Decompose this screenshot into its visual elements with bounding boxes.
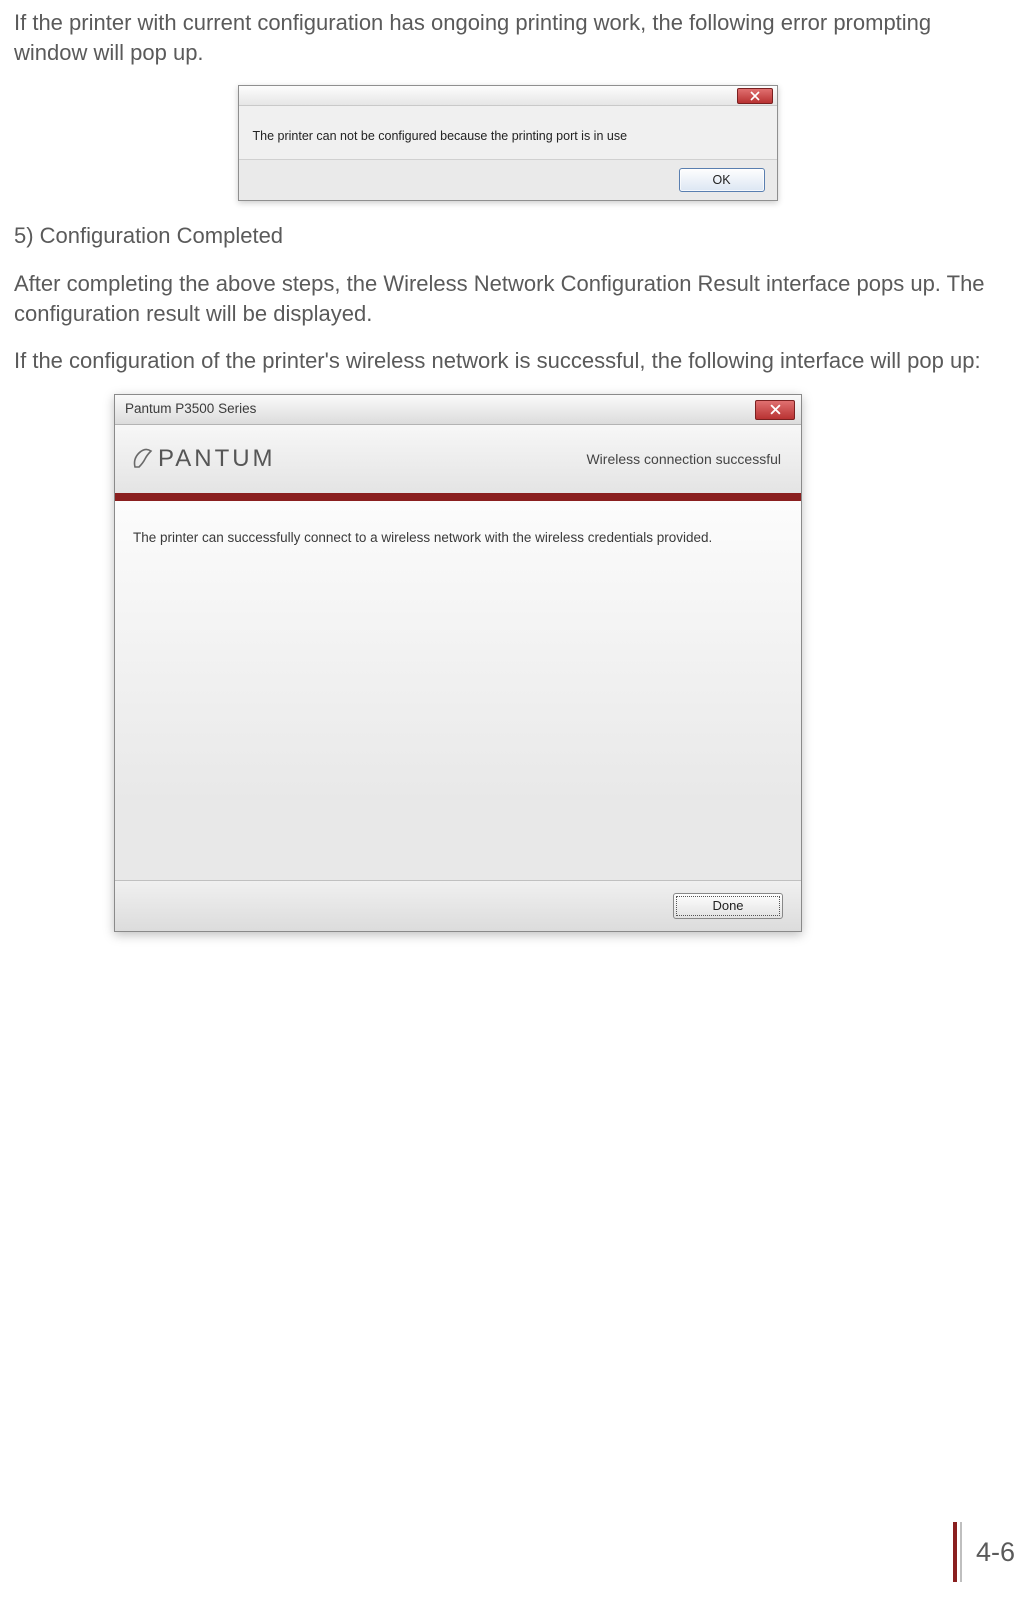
success-dialog-header: PANTUM Wireless connection successful (115, 425, 801, 495)
pantum-logo: PANTUM (129, 443, 276, 475)
error-dialog-message: The printer can not be configured becaus… (239, 106, 777, 159)
close-icon[interactable] (755, 400, 795, 420)
close-icon[interactable] (737, 88, 773, 104)
after-paragraph-2: If the configuration of the printer's wi… (14, 346, 1001, 376)
error-dialog-footer: OK (239, 159, 777, 200)
success-dialog-figure: Pantum P3500 Series PANTUM Wireless conn… (14, 394, 1001, 932)
error-dialog-figure: The printer can not be configured becaus… (14, 85, 1001, 201)
error-dialog-window: The printer can not be configured becaus… (238, 85, 778, 201)
done-button[interactable]: Done (673, 893, 783, 919)
success-dialog-title: Pantum P3500 Series (125, 400, 256, 418)
page-number-area: 4-6 (953, 1522, 1015, 1582)
success-dialog-footer: Done (115, 881, 801, 931)
error-dialog-titlebar (239, 86, 777, 106)
success-dialog-titlebar: Pantum P3500 Series (115, 395, 801, 425)
success-dialog-body: The printer can successfully connect to … (115, 501, 801, 881)
after-paragraph-1: After completing the above steps, the Wi… (14, 269, 1001, 328)
header-status-text: Wireless connection successful (586, 450, 781, 469)
page-number-bar-gray (960, 1522, 962, 1582)
logo-text: PANTUM (158, 443, 276, 475)
page-number-bar-red (953, 1522, 957, 1582)
success-dialog-window: Pantum P3500 Series PANTUM Wireless conn… (114, 394, 802, 932)
ok-button[interactable]: OK (679, 168, 765, 192)
step-5-heading: 5) Configuration Completed (14, 221, 1001, 251)
intro-paragraph: If the printer with current configuratio… (14, 8, 1001, 67)
page-number: 4-6 (976, 1537, 1015, 1568)
logo-icon (129, 445, 157, 473)
